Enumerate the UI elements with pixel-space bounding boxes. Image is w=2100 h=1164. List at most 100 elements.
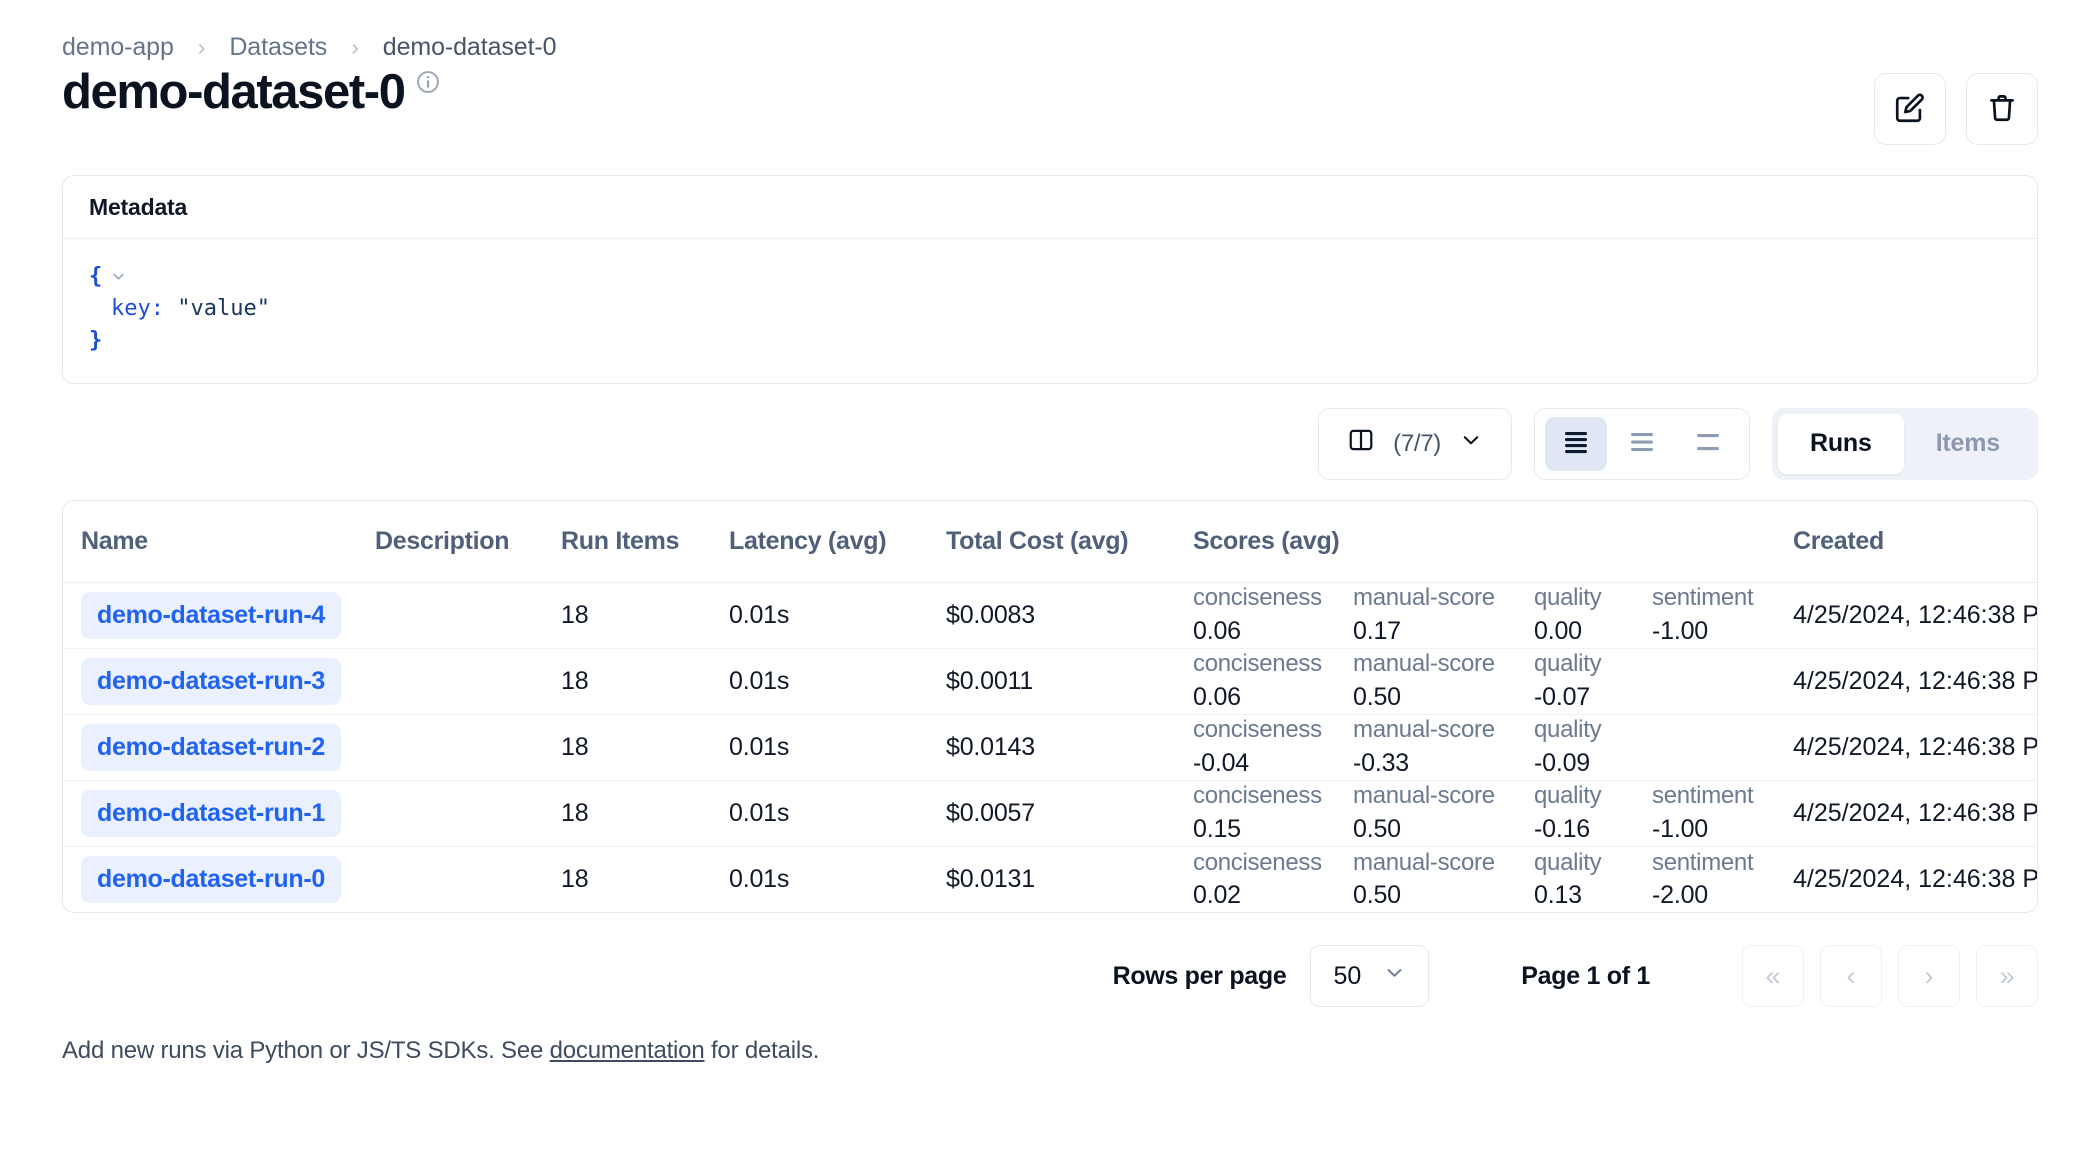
score-item: manual-score 0.17 xyxy=(1353,584,1534,646)
rows-per-page-select[interactable]: 50 xyxy=(1310,945,1429,1007)
next-page-button[interactable]: › xyxy=(1898,945,1960,1007)
density-compact-button[interactable] xyxy=(1545,417,1607,471)
cell-run-items: 18 xyxy=(561,582,729,648)
cell-scores: conciseness0.02manual-score0.50quality0.… xyxy=(1193,846,1793,912)
score-value: -0.07 xyxy=(1534,682,1652,712)
prev-page-button[interactable]: ‹ xyxy=(1820,945,1882,1007)
footer-text-after: for details. xyxy=(704,1037,819,1064)
json-open-brace-line: { xyxy=(89,261,2011,293)
cell-latency-value: 0.01s xyxy=(729,733,789,761)
column-header-name[interactable]: Name xyxy=(63,501,375,583)
run-link[interactable]: demo-dataset-run-1 xyxy=(81,790,341,837)
run-link[interactable]: demo-dataset-run-4 xyxy=(81,592,341,639)
last-page-button[interactable]: » xyxy=(1976,945,2038,1007)
delete-dataset-button[interactable] xyxy=(1966,73,2038,145)
score-item: quality0.00 xyxy=(1534,584,1652,646)
runs-table: Name Description Run Items Latency (avg)… xyxy=(63,501,2038,913)
footer-note: Add new runs via Python or JS/TS SDKs. S… xyxy=(62,1037,2038,1065)
cell-name: demo-dataset-run-3 xyxy=(63,648,375,714)
score-label: conciseness xyxy=(1193,650,1353,679)
cell-description xyxy=(375,714,561,780)
score-label: manual-score xyxy=(1353,849,1534,878)
density-medium-button[interactable] xyxy=(1611,417,1673,471)
cell-created: 4/25/2024, 12:46:38 PM xyxy=(1793,648,2038,714)
table-row[interactable]: demo-dataset-run-0180.01s$0.0131concisen… xyxy=(63,846,2038,912)
columns-icon xyxy=(1347,426,1375,461)
json-close-brace: } xyxy=(89,325,102,357)
edit-dataset-button[interactable] xyxy=(1874,73,1946,145)
column-header-latency[interactable]: Latency (avg) xyxy=(729,501,946,583)
table-row[interactable]: demo-dataset-run-4180.01s$0.0083concisen… xyxy=(63,582,2038,648)
tab-items[interactable]: Items xyxy=(1904,414,2032,474)
score-item: sentiment-2.00 xyxy=(1652,849,1792,911)
score-label: manual-score xyxy=(1353,584,1534,613)
rows-per-page-label: Rows per page xyxy=(1113,962,1287,991)
cell-run-items-value: 18 xyxy=(561,667,588,695)
breadcrumb-item-current[interactable]: demo-dataset-0 xyxy=(383,33,557,62)
documentation-link[interactable]: documentation xyxy=(550,1037,705,1064)
cell-total-cost-value: $0.0131 xyxy=(946,865,1035,893)
dataset-detail-page: demo-app › Datasets › demo-dataset-0 dem… xyxy=(0,0,2100,1164)
score-value: 0.02 xyxy=(1193,880,1353,910)
run-link[interactable]: demo-dataset-run-2 xyxy=(81,724,341,771)
density-large-button[interactable] xyxy=(1677,417,1739,471)
cell-description xyxy=(375,648,561,714)
score-label: quality xyxy=(1534,584,1652,613)
cell-scores: conciseness0.15manual-score0.50quality-0… xyxy=(1193,780,1793,846)
cell-total-cost: $0.0083 xyxy=(946,582,1193,648)
score-value: 0.06 xyxy=(1193,682,1353,712)
run-link[interactable]: demo-dataset-run-0 xyxy=(81,856,341,903)
json-key: key xyxy=(111,293,151,325)
score-label: quality xyxy=(1534,849,1652,878)
cell-created: 4/25/2024, 12:46:38 PM xyxy=(1793,780,2038,846)
table-row[interactable]: demo-dataset-run-2180.01s$0.0143concisen… xyxy=(63,714,2038,780)
column-selector-button[interactable]: (7/7) xyxy=(1318,408,1512,480)
chevron-down-icon xyxy=(1459,428,1483,459)
score-list: conciseness0.06manual-score0.50quality-0… xyxy=(1193,650,1793,712)
score-item: conciseness0.02 xyxy=(1193,849,1353,911)
breadcrumb-item-app[interactable]: demo-app xyxy=(62,33,174,62)
chevron-down-icon[interactable] xyxy=(110,268,127,285)
json-open-brace: { xyxy=(89,261,102,293)
page-header: demo-dataset-0 xyxy=(62,65,2038,151)
breadcrumb-separator-icon: › xyxy=(351,36,359,59)
column-header-created[interactable]: Created xyxy=(1793,501,2038,583)
table-row[interactable]: demo-dataset-run-1180.01s$0.0057concisen… xyxy=(63,780,2038,846)
column-header-run-items[interactable]: Run Items xyxy=(561,501,729,583)
cell-latency: 0.01s xyxy=(729,648,946,714)
table-row[interactable]: demo-dataset-run-3180.01s$0.0011concisen… xyxy=(63,648,2038,714)
cell-description xyxy=(375,780,561,846)
trash-icon xyxy=(1985,91,2019,128)
score-item: manual-score-0.33 xyxy=(1353,716,1534,778)
score-label: conciseness xyxy=(1193,584,1353,613)
column-header-scores[interactable]: Scores (avg) xyxy=(1193,501,1793,583)
column-header-total-cost[interactable]: Total Cost (avg) xyxy=(946,501,1193,583)
rows-large-icon xyxy=(1691,427,1725,460)
tab-runs[interactable]: Runs xyxy=(1778,414,1904,474)
cell-run-items: 18 xyxy=(561,846,729,912)
cell-run-items-value: 18 xyxy=(561,865,588,893)
score-value: -2.00 xyxy=(1652,880,1792,910)
score-item: quality-0.09 xyxy=(1534,716,1652,778)
score-label: manual-score xyxy=(1353,716,1534,745)
rows-compact-icon xyxy=(1559,427,1593,460)
column-count-label: (7/7) xyxy=(1393,430,1441,458)
cell-latency-value: 0.01s xyxy=(729,667,789,695)
runs-table-head: Name Description Run Items Latency (avg)… xyxy=(63,501,2038,583)
cell-name: demo-dataset-run-4 xyxy=(63,582,375,648)
run-link[interactable]: demo-dataset-run-3 xyxy=(81,658,341,705)
cell-scores: conciseness-0.04manual-score-0.33quality… xyxy=(1193,714,1793,780)
score-item: manual-score0.50 xyxy=(1353,650,1534,712)
breadcrumb-separator-icon: › xyxy=(198,36,206,59)
cell-run-items: 18 xyxy=(561,780,729,846)
score-value: -0.04 xyxy=(1193,748,1353,778)
row-density-group xyxy=(1534,408,1750,480)
breadcrumb-item-datasets[interactable]: Datasets xyxy=(229,33,327,62)
column-header-description[interactable]: Description xyxy=(375,501,561,583)
first-page-button[interactable]: « xyxy=(1742,945,1804,1007)
score-label: conciseness xyxy=(1193,782,1353,811)
info-circle-icon[interactable] xyxy=(415,69,441,95)
score-value: 0.17 xyxy=(1353,616,1534,646)
cell-total-cost-value: $0.0057 xyxy=(946,799,1035,827)
cell-description xyxy=(375,846,561,912)
